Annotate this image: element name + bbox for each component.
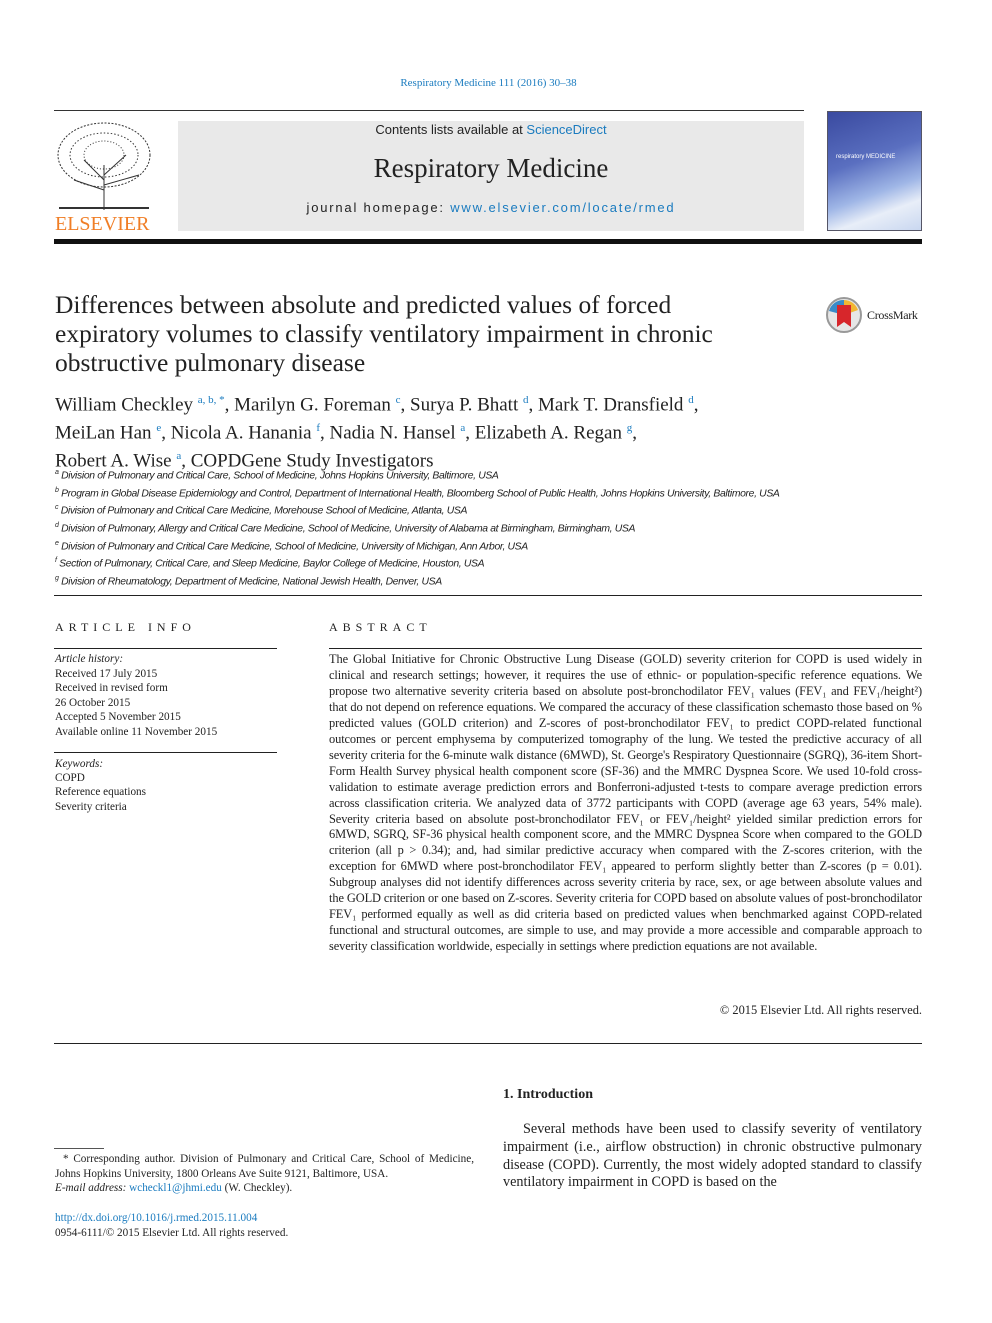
keyword-item: Severity criteria — [55, 800, 127, 813]
keywords: Keywords: COPD Reference equations Severit… — [55, 757, 146, 814]
author-separator: , — [161, 422, 171, 444]
cover-title: respiratory MEDICINE — [836, 154, 896, 160]
affiliation-text: Division of Pulmonary and Critical Care … — [60, 505, 468, 517]
affiliation-key: a — [55, 469, 59, 476]
divider — [54, 595, 922, 596]
sciencedirect-link[interactable]: ScienceDirect — [526, 122, 606, 137]
author-name[interactable]: MeiLan Han — [55, 422, 152, 443]
doi-link[interactable]: http://dx.doi.org/10.1016/j.rmed.2015.11… — [55, 1212, 257, 1224]
author-separator: , — [528, 394, 538, 416]
footnote-rule — [54, 1148, 104, 1149]
author-name[interactable]: William Checkley — [55, 394, 193, 415]
author-separator: , — [400, 394, 411, 416]
author-separator: , — [693, 394, 699, 416]
divider — [54, 1043, 922, 1044]
footnote-text: * Corresponding author. Division of Pulm… — [55, 1153, 474, 1180]
history-item: Available online 11 November 2015 — [55, 725, 218, 738]
divider — [54, 752, 277, 753]
affiliation-key: g — [55, 575, 59, 583]
author-name[interactable]: Mark T. Dransfield — [538, 394, 683, 415]
introduction-heading: 1. Introduction — [503, 1087, 593, 1102]
article-info-heading: ARTICLE INFO — [55, 620, 196, 634]
affiliation-key: c — [55, 504, 59, 512]
history-item: Received 17 July 2015 — [55, 667, 158, 680]
divider — [54, 648, 277, 649]
journal-cover-image[interactable]: respiratory MEDICINE — [827, 111, 922, 231]
author-separator: , — [224, 394, 235, 416]
abstract-text: The Global Initiative for Chronic Obstru… — [329, 652, 922, 954]
email-label: E-mail address: — [55, 1182, 130, 1194]
affiliation-item: b Program in Global Disease Epidemiology… — [55, 484, 815, 502]
author-affiliation-marker[interactable]: a, b, * — [198, 394, 225, 406]
abstract-copyright: © 2015 Elsevier Ltd. All rights reserved… — [719, 1003, 922, 1017]
author-name[interactable]: Marilyn G. Foreman — [234, 394, 391, 415]
crossmark-icon — [826, 297, 862, 333]
elsevier-wordmark: ELSEVIER — [55, 213, 150, 232]
keywords-label: Keywords: — [55, 758, 104, 770]
email-suffix: (W. Checkley). — [221, 1182, 293, 1194]
journal-title: Respiratory Medicine — [373, 153, 609, 183]
corresponding-author-footnote: * Corresponding author. Division of Pulm… — [55, 1152, 474, 1196]
affiliation-text: Section of Pulmonary, Critical Care, and… — [59, 558, 485, 570]
author-name[interactable]: Elizabeth A. Regan — [475, 422, 622, 443]
divider — [54, 110, 804, 111]
history-item: 26 October 2015 — [55, 696, 131, 709]
crossmark-label: CrossMark — [867, 307, 918, 322]
author-separator: , — [632, 422, 637, 444]
affiliation-text: Division of Pulmonary, Allergy and Criti… — [61, 523, 636, 535]
journal-citation-link[interactable]: Respiratory Medicine 111 (2016) 30–38 — [0, 77, 977, 89]
contents-label: Contents lists available at — [375, 122, 527, 137]
history-item: Accepted 5 November 2015 — [55, 711, 181, 723]
author-list: William Checkley a, b, *, Marilyn G. For… — [55, 389, 815, 472]
affiliation-text: Program in Global Disease Epidemiology a… — [61, 488, 780, 500]
affiliation-key: f — [55, 557, 57, 565]
affiliations: a Division of Pulmonary and Critical Car… — [55, 466, 815, 590]
article-history: Article history: Received 17 July 2015 Re… — [55, 652, 217, 739]
affiliation-item: f Section of Pulmonary, Critical Care, a… — [55, 554, 815, 572]
journal-homepage-link[interactable]: www.elsevier.com/locate/rmed — [450, 200, 675, 215]
affiliation-item: g Division of Rheumatology, Department o… — [55, 572, 815, 590]
affiliation-key: b — [55, 486, 59, 494]
elsevier-tree-icon: ELSEVIER — [54, 120, 156, 235]
author-name[interactable]: Nicola A. Hanania — [171, 422, 312, 443]
doi-block: http://dx.doi.org/10.1016/j.rmed.2015.11… — [55, 1211, 288, 1241]
elsevier-logo[interactable]: ELSEVIER — [54, 120, 156, 235]
keyword-item: COPD — [55, 772, 85, 785]
abstract-heading: ABSTRACT — [329, 620, 432, 634]
divider — [329, 648, 922, 649]
homepage-label: journal homepage: — [306, 200, 451, 215]
article-title: Differences between absolute and predict… — [55, 290, 713, 377]
affiliation-item: d Division of Pulmonary, Allergy and Cri… — [55, 519, 815, 537]
affiliation-key: d — [55, 522, 59, 530]
journal-banner: Contents lists available at ScienceDirec… — [178, 121, 804, 231]
affiliation-text: Division of Rheumatology, Department of … — [61, 576, 442, 588]
affiliation-text: Division of Pulmonary and Critical Care … — [61, 541, 528, 553]
affiliation-text: Division of Pulmonary and Critical Care,… — [61, 470, 499, 482]
crossmark-button[interactable]: CrossMark — [825, 296, 918, 334]
history-label: Article history: — [55, 653, 124, 665]
issn-copyright: 0954-6111/© 2015 Elsevier Ltd. All right… — [55, 1227, 289, 1239]
affiliation-item: c Division of Pulmonary and Critical Car… — [55, 501, 815, 519]
header-rule — [54, 239, 922, 244]
affiliation-item: e Division of Pulmonary and Critical Car… — [55, 537, 815, 555]
affiliation-item: a Division of Pulmonary and Critical Car… — [55, 466, 815, 484]
keyword-item: Reference equations — [55, 786, 147, 799]
introduction-text: Several methods have been used to classi… — [503, 1121, 922, 1191]
author-separator: , — [465, 422, 475, 444]
history-item: Received in revised form — [55, 682, 168, 694]
affiliation-key: e — [55, 539, 59, 547]
author-separator: , — [320, 422, 330, 444]
author-name[interactable]: Surya P. Bhatt — [410, 394, 518, 415]
email-link[interactable]: wcheckl1@jhmi.edu — [129, 1182, 222, 1194]
author-name[interactable]: Nadia N. Hansel — [330, 422, 456, 443]
